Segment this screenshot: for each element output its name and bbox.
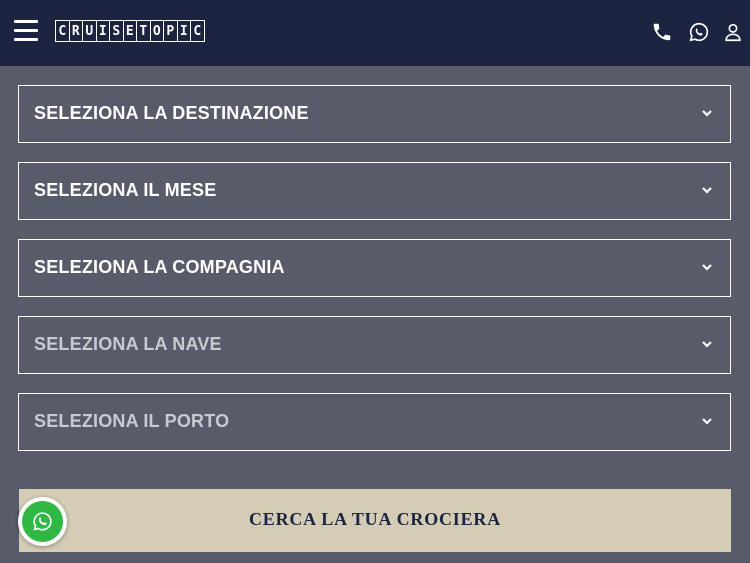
logo-letter: T: [136, 20, 151, 42]
logo-letter: I: [176, 20, 191, 42]
search-cruise-button[interactable]: CERCA LA TUA CROCIERA: [19, 489, 731, 552]
logo-letter: R: [68, 20, 83, 42]
whatsapp-icon: [22, 501, 63, 542]
select-ship[interactable]: SELEZIONA LA NAVE: [18, 316, 731, 374]
menu-icon[interactable]: [14, 20, 38, 42]
chevron-down-icon: [701, 261, 713, 273]
logo-letter: E: [122, 20, 137, 42]
logo-letter: P: [163, 20, 178, 42]
logo-letter: S: [109, 20, 124, 42]
select-month-label: SELEZIONA IL MESE: [34, 180, 217, 200]
user-icon[interactable]: [722, 21, 744, 43]
logo[interactable]: C R U I S E T O P I C: [55, 20, 205, 42]
whatsapp-icon[interactable]: [688, 21, 710, 43]
select-ship-label: SELEZIONA LA NAVE: [34, 334, 222, 354]
chevron-down-icon: [701, 184, 713, 196]
select-destination-label: SELEZIONA LA DESTINAZIONE: [34, 103, 309, 123]
select-port-label: SELEZIONA IL PORTO: [34, 411, 230, 431]
logo-letter: U: [82, 20, 97, 42]
search-cruise-button-label: CERCA LA TUA CROCIERA: [248, 509, 501, 529]
logo-letter: O: [149, 20, 164, 42]
chevron-down-icon: [701, 107, 713, 119]
chevron-down-icon: [701, 338, 713, 350]
logo-letter: C: [190, 20, 205, 42]
chevron-down-icon: [701, 415, 713, 427]
select-month[interactable]: SELEZIONA IL MESE: [18, 162, 731, 220]
select-destination[interactable]: SELEZIONA LA DESTINAZIONE: [18, 85, 731, 143]
select-port[interactable]: SELEZIONA IL PORTO: [18, 393, 731, 451]
select-company-label: SELEZIONA LA COMPAGNIA: [34, 257, 285, 277]
logo-letter: I: [95, 20, 110, 42]
whatsapp-chat-button[interactable]: [18, 497, 67, 546]
phone-icon[interactable]: [651, 21, 673, 43]
select-company[interactable]: SELEZIONA LA COMPAGNIA: [18, 239, 731, 297]
logo-letter: C: [55, 20, 70, 42]
top-bar: C R U I S E T O P I C: [0, 0, 750, 66]
